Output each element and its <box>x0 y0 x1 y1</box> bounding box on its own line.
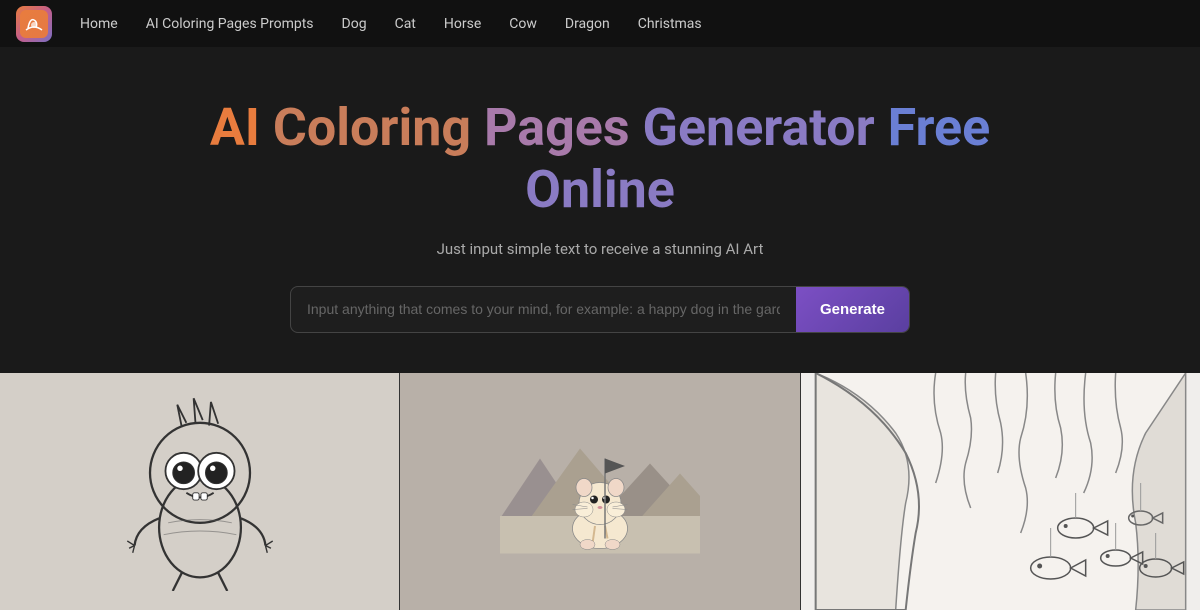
sample-image-cave <box>801 373 1200 610</box>
nav-dog[interactable]: Dog <box>330 10 379 38</box>
nav-home[interactable]: Home <box>68 10 130 38</box>
site-logo[interactable] <box>16 6 52 42</box>
hero-subtitle: Just input simple text to receive a stun… <box>20 240 1180 258</box>
nav-links: Home AI Coloring Pages Prompts Dog Cat H… <box>68 10 714 38</box>
nav-dragon[interactable]: Dragon <box>553 10 622 38</box>
nav-christmas[interactable]: Christmas <box>626 10 714 38</box>
navigation: Home AI Coloring Pages Prompts Dog Cat H… <box>0 0 1200 47</box>
sample-image-creature <box>0 373 400 610</box>
hero-section: AI Coloring Pages Generator Free Online … <box>0 47 1200 373</box>
prompt-input-row: Generate <box>290 286 910 333</box>
hero-title: AI Coloring Pages Generator Free Online <box>20 97 1180 222</box>
sample-image-hamster <box>400 373 800 610</box>
nav-cow[interactable]: Cow <box>497 10 549 38</box>
generate-button[interactable]: Generate <box>796 287 909 332</box>
prompt-input[interactable] <box>291 287 796 331</box>
sample-images-grid <box>0 373 1200 610</box>
nav-coloring-pages-prompts[interactable]: AI Coloring Pages Prompts <box>134 10 326 38</box>
nav-horse[interactable]: Horse <box>432 10 493 38</box>
nav-cat[interactable]: Cat <box>383 10 428 38</box>
